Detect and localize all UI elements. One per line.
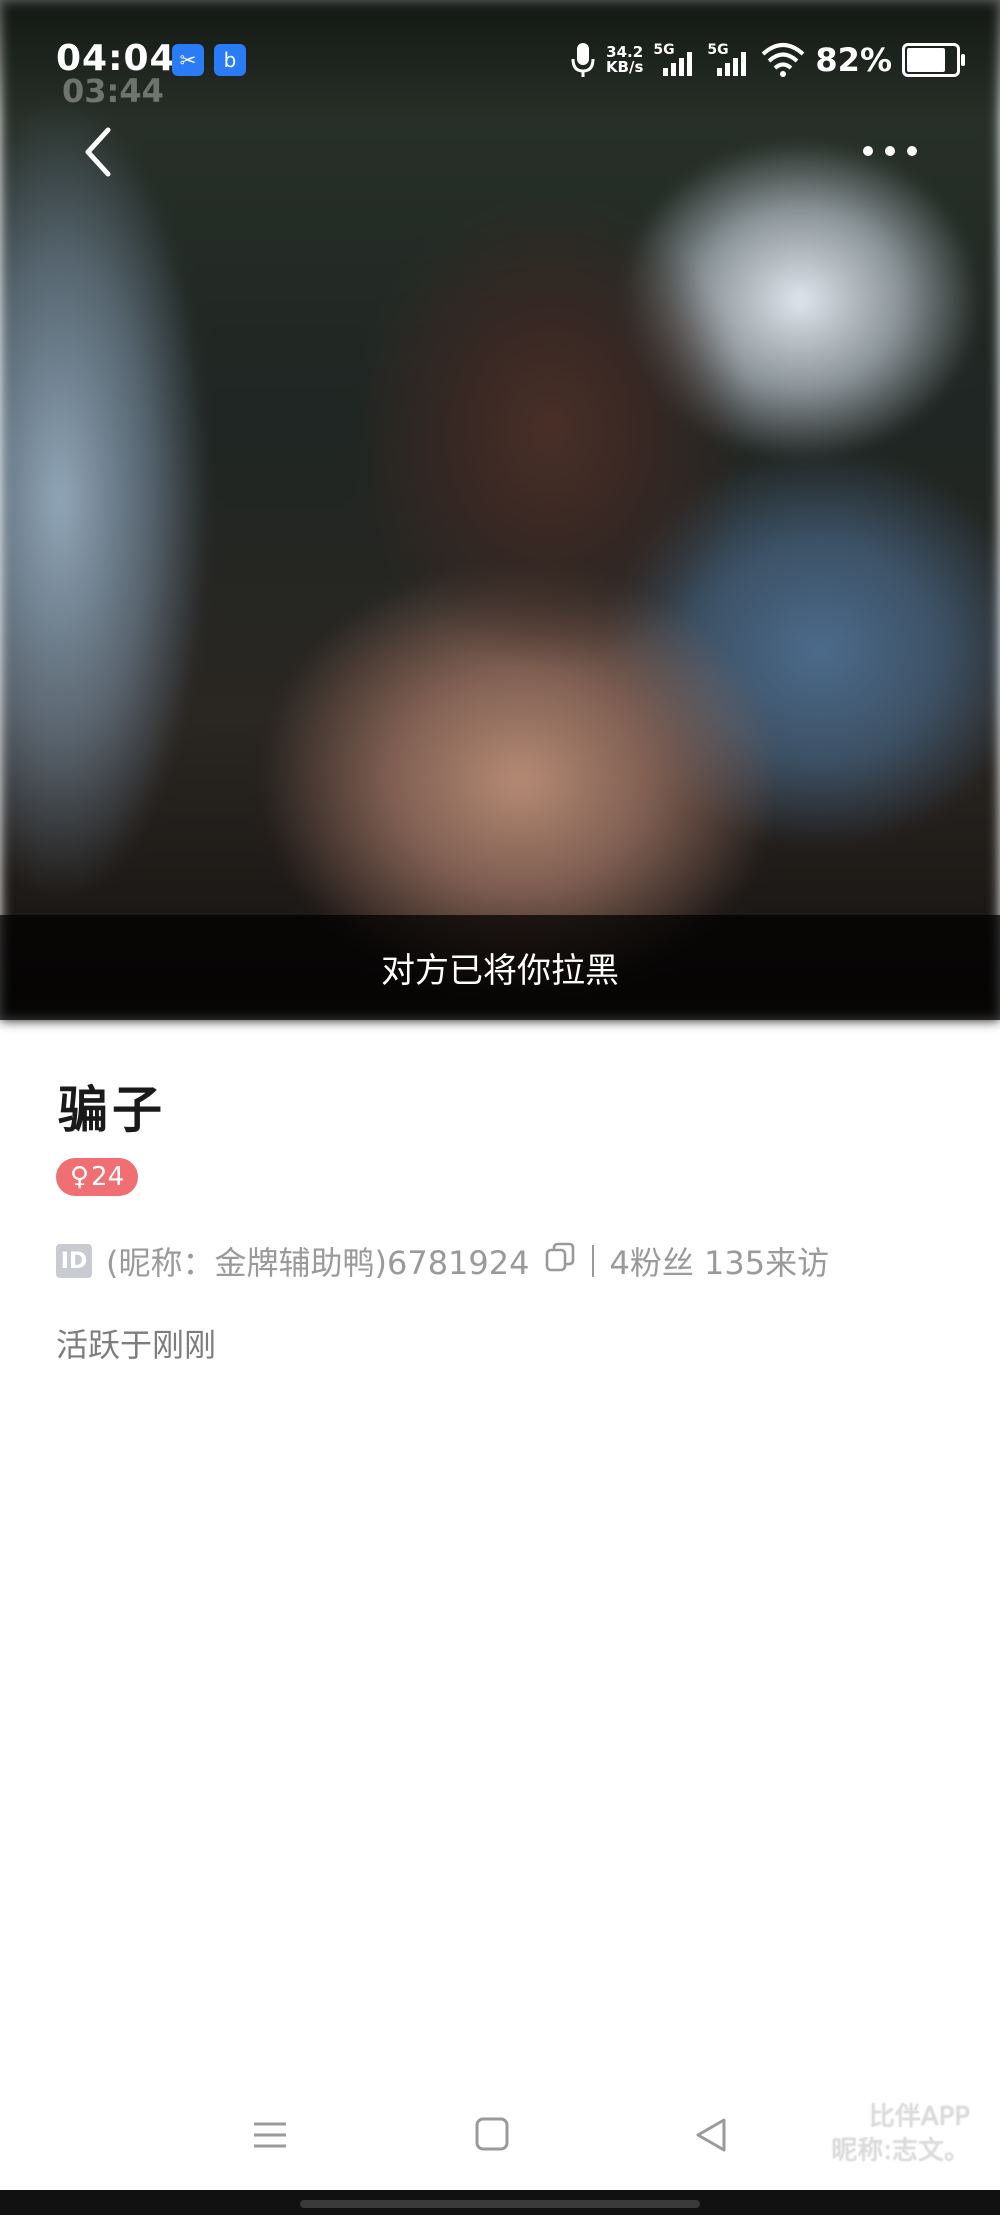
status-right-group: 34.2 KB/s 5G 5G 82%: [570, 38, 965, 82]
fans-visitors-text[interactable]: 4粉丝 135来访: [610, 1238, 830, 1284]
home-button[interactable]: [462, 2110, 522, 2160]
copy-icon: [545, 1242, 574, 1272]
square-home-icon: [475, 2117, 509, 2151]
blocked-notice-text: 对方已将你拉黑: [381, 951, 619, 991]
battery-icon: [902, 43, 965, 77]
triangle-back-icon: [696, 2118, 726, 2152]
recent-apps-button[interactable]: [240, 2110, 300, 2160]
wifi-icon: [762, 43, 805, 77]
system-back-button[interactable]: [682, 2110, 742, 2160]
user-id-text: (昵称：金牌辅助鸭)6781924: [106, 1244, 530, 1282]
battery-percent: 82%: [815, 41, 892, 79]
gender-age-badge: ♀ 24: [56, 1158, 139, 1196]
b-app-notification-icon: b: [214, 44, 246, 76]
age-value: 24: [91, 1162, 125, 1192]
menu-icon: [254, 2122, 286, 2148]
profile-name: 骗子: [58, 1081, 166, 1139]
id-icon: ID: [56, 1244, 92, 1278]
profile-photo[interactable]: [0, 0, 1000, 1020]
gesture-bar[interactable]: [300, 2200, 700, 2208]
divider: [591, 1245, 594, 1277]
app-notification-icon: ✂: [172, 44, 204, 76]
signal-bars-icon: [663, 52, 693, 76]
microphone-icon: [571, 43, 595, 77]
status-bar: 04:04 03:44 ✂ b 34.2 KB/s 5G 5G 82%: [0, 0, 1000, 110]
network-speed: 34.2 KB/s: [605, 43, 644, 76]
watermark: 比伴APP 昵称:志文。: [831, 2102, 970, 2166]
more-options-button[interactable]: [860, 130, 920, 170]
back-button[interactable]: [74, 122, 124, 182]
user-id-line: ID (昵称：金牌辅助鸭)6781924 4粉丝 135来访: [56, 1236, 829, 1286]
signal-bars-icon: [717, 52, 747, 76]
female-icon: ♀: [70, 1162, 90, 1192]
last-active-text: 活跃于刚刚: [56, 1326, 217, 1364]
chevron-left-icon: [85, 127, 111, 177]
copy-id-button[interactable]: [544, 1241, 576, 1281]
profile-screen: 04:04 03:44 ✂ b 34.2 KB/s 5G 5G 82% 对方已将…: [0, 0, 1000, 2215]
signal-5g-1: 5G: [653, 42, 697, 78]
status-time-ghost: 03:44: [62, 72, 164, 110]
blocked-notice-banner: 对方已将你拉黑: [0, 915, 1000, 1020]
signal-5g-2: 5G: [707, 42, 751, 78]
